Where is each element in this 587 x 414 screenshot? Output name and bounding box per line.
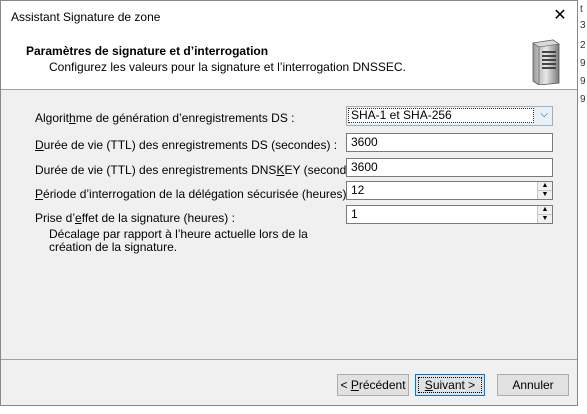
focus-ring	[418, 377, 482, 393]
header-subtitle: Configurez les valeurs pour la signature…	[49, 60, 406, 74]
back-button[interactable]: < Précédent	[337, 374, 409, 396]
cancel-button[interactable]: Annuler	[497, 374, 569, 396]
delegation-poll-spinner: ▲ ▼	[537, 182, 552, 199]
dialog-title: Assistant Signature de zone	[11, 10, 161, 24]
background-text: 9	[580, 94, 586, 105]
signature-inception-value: 1	[351, 207, 358, 221]
dnskey-ttl-label: Durée de vie (TTL) des enregistrements D…	[35, 163, 370, 177]
chevron-down-icon[interactable]: ⌵	[540, 108, 548, 121]
background-text: 9	[580, 58, 586, 69]
delegation-poll-spinbox[interactable]: 12 ▲ ▼	[346, 181, 553, 200]
spin-down-icon[interactable]: ▼	[538, 191, 552, 199]
footer-divider	[1, 359, 577, 360]
title-bar: Assistant Signature de zone ✕	[1, 1, 577, 31]
next-button[interactable]: Suivant >	[415, 374, 485, 396]
signature-inception-label: Prise d’effet de la signature (heures) :	[35, 211, 235, 225]
delegation-poll-value: 12	[351, 183, 365, 197]
signature-inception-description: Décalage par rapport à l’heure actuelle …	[49, 227, 308, 254]
ds-algorithm-label: Algorithme de génération d’enregistremen…	[35, 111, 295, 125]
wizard-header: Paramètres de signature et d’interrogati…	[1, 31, 577, 90]
signature-inception-spinner: ▲ ▼	[537, 206, 552, 223]
background-text: t	[580, 4, 583, 15]
ds-algorithm-value: SHA-1 et SHA-256	[348, 108, 534, 123]
dnskey-ttl-input[interactable]: 3600	[346, 158, 553, 177]
header-title: Paramètres de signature et d’interrogati…	[26, 44, 269, 58]
ds-algorithm-select[interactable]: SHA-1 et SHA-256 ⌵	[346, 106, 553, 126]
ds-ttl-label: Durée de vie (TTL) des enregistrements D…	[35, 138, 338, 152]
background-text: 3	[580, 20, 586, 31]
zone-signing-wizard-dialog: Assistant Signature de zone ✕ Paramètres…	[0, 0, 578, 406]
ds-ttl-input[interactable]: 3600	[346, 133, 553, 152]
spin-down-icon[interactable]: ▼	[538, 215, 552, 223]
spin-up-icon[interactable]: ▲	[538, 182, 552, 191]
delegation-poll-label: Période d’interrogation de la délégation…	[35, 187, 354, 201]
signature-inception-spinbox[interactable]: 1 ▲ ▼	[346, 205, 553, 224]
spin-up-icon[interactable]: ▲	[538, 206, 552, 215]
server-icon	[532, 39, 560, 85]
background-text: 2	[580, 40, 586, 51]
background-text: 9	[580, 76, 586, 87]
close-button[interactable]: ✕	[543, 1, 577, 31]
